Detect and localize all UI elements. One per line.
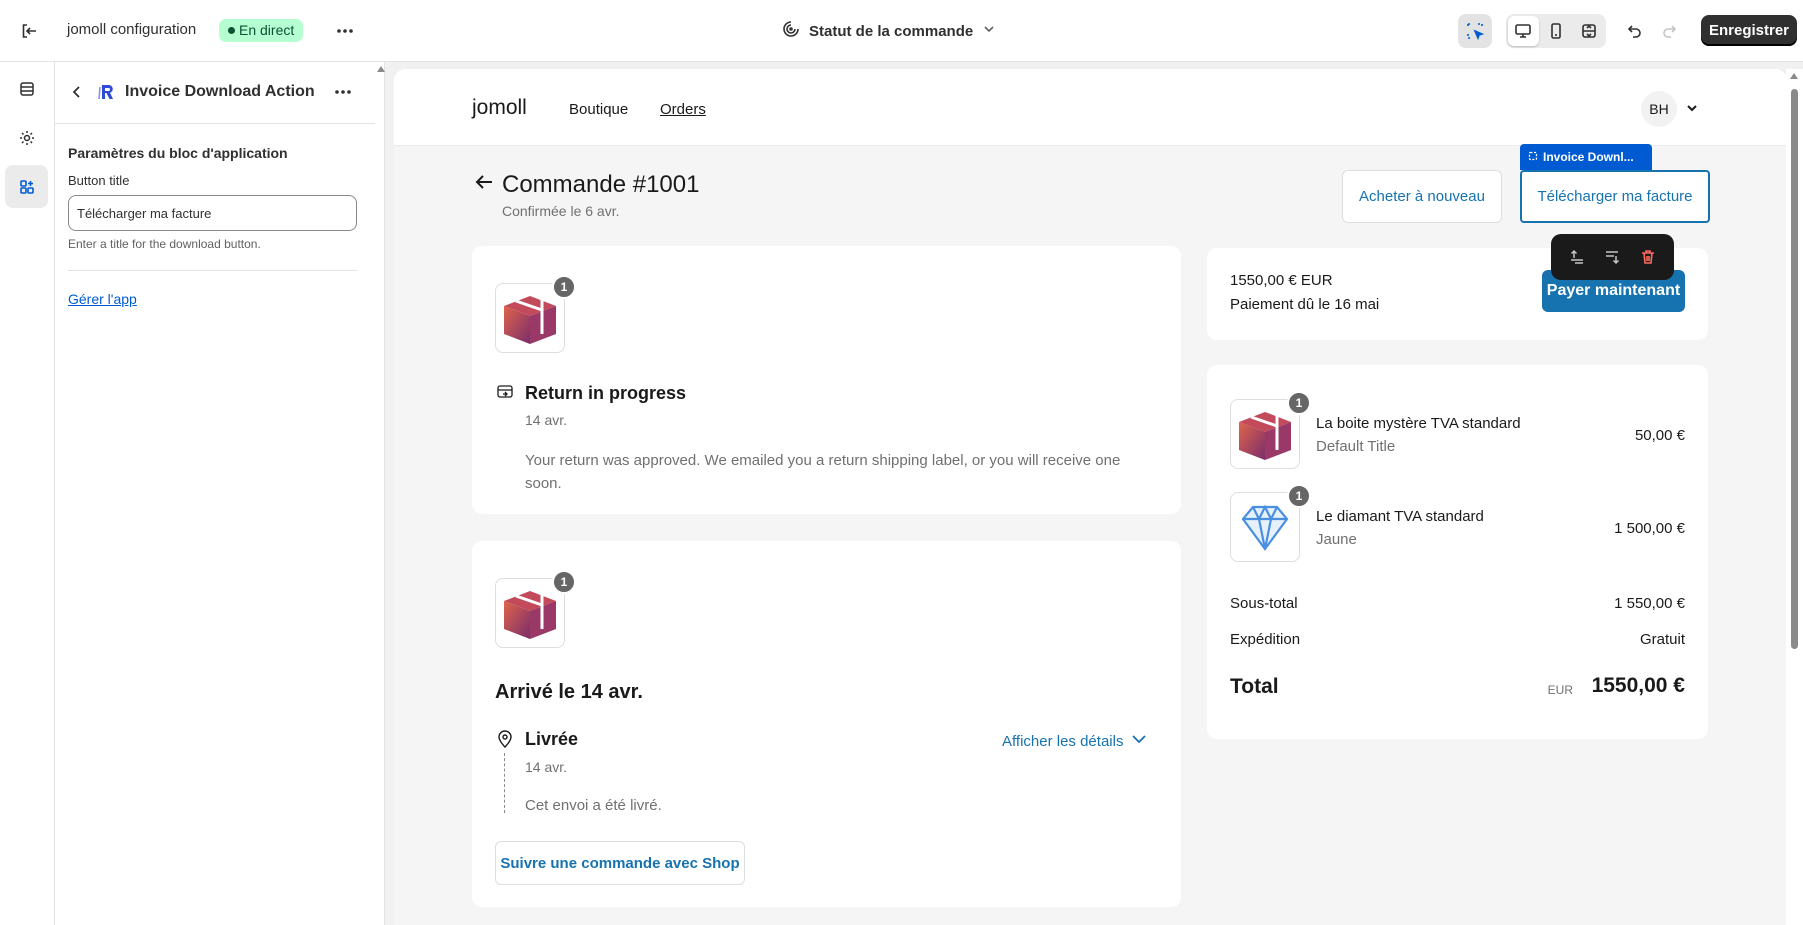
show-details-label: Afficher les détails — [1002, 732, 1124, 750]
inspector-toggle-button[interactable] — [1458, 14, 1492, 48]
delivery-card: 1 Arrivé le 14 avr. Livrée Afficher les … — [472, 541, 1181, 907]
shipping-value: Gratuit — [1639, 631, 1685, 648]
payment-due-date: Paiement dû le 16 mai — [1230, 296, 1380, 313]
total-value: 1550,00 € — [1591, 674, 1685, 697]
move-down-icon[interactable] — [1599, 244, 1625, 270]
timeline-line — [504, 753, 505, 813]
panel-title: Invoice Download Action — [125, 83, 315, 100]
delivery-date: 14 avr. — [525, 759, 568, 775]
chevron-down-icon[interactable] — [1683, 99, 1701, 117]
avatar[interactable]: BH — [1641, 91, 1677, 127]
quantity-badge: 1 — [552, 275, 576, 299]
delivery-heading: Arrivé le 14 avr. — [495, 681, 643, 703]
panel-header: Invoice Download Action — [55, 62, 375, 124]
exit-icon[interactable] — [16, 18, 42, 44]
editor-topbar: jomoll configuration En direct Statut de… — [0, 0, 1803, 62]
template-label: Statut de la commande — [809, 22, 974, 40]
status-badge: En direct — [219, 19, 304, 42]
move-up-icon[interactable] — [1564, 244, 1590, 270]
mobile-view-icon[interactable] — [1541, 16, 1572, 46]
track-with-shop-button[interactable]: Suivre une commande avec Shop — [495, 841, 745, 885]
storefront-preview: jomoll Boutique Orders BH Commande #1001… — [394, 69, 1787, 925]
order-page-body: Commande #1001 Confirmée le 6 avr. Achet… — [394, 144, 1787, 925]
chevron-down-icon — [1131, 731, 1147, 751]
chevron-down-icon — [982, 22, 996, 40]
quantity-badge: 1 — [552, 570, 576, 594]
divider — [68, 270, 357, 271]
location-pin-icon — [495, 729, 515, 749]
order-status-icon — [782, 20, 800, 42]
line-item-variant: Jaune — [1316, 531, 1357, 548]
line-item-variant: Default Title — [1316, 438, 1396, 455]
template-selector[interactable]: Statut de la commande — [782, 18, 996, 44]
buy-again-button[interactable]: Acheter à nouveau — [1342, 170, 1502, 223]
button-title-label: Button title — [68, 173, 130, 188]
panel-scrollbar[interactable] — [376, 62, 385, 925]
return-message: Your return was approved. We emailed you… — [525, 452, 1121, 492]
show-details-link[interactable]: Afficher les détails — [1002, 731, 1147, 751]
delivery-status: Livrée — [525, 729, 579, 749]
undo-icon[interactable] — [1622, 18, 1648, 44]
settings-gear-icon[interactable] — [5, 116, 48, 159]
total-currency: EUR — [1547, 683, 1573, 697]
delivery-message: Cet envoi a été livré. — [525, 797, 662, 814]
left-rail — [0, 62, 55, 925]
store-name: jomoll configuration — [67, 21, 197, 38]
return-date: 14 avr. — [525, 412, 568, 428]
return-card: 1 Return in progress 14 avr. Your return… — [472, 246, 1181, 514]
block-icon — [1528, 150, 1538, 164]
nav-orders-link[interactable]: Orders — [660, 101, 706, 118]
return-title: Return in progress — [525, 383, 687, 403]
back-arrow-icon[interactable] — [472, 170, 496, 194]
quantity-badge: 1 — [1287, 484, 1311, 508]
panel-more-icon[interactable] — [330, 79, 356, 105]
line-item-name: Le diamant TVA standard — [1316, 508, 1484, 525]
delete-trash-icon[interactable] — [1635, 244, 1661, 270]
desktop-view-icon[interactable] — [1508, 16, 1539, 46]
block-settings-panel: Invoice Download Action Paramètres du bl… — [55, 62, 385, 925]
button-title-input[interactable] — [68, 195, 357, 231]
manage-app-link[interactable]: Gérer l'app — [68, 291, 137, 307]
apps-icon[interactable] — [5, 165, 48, 208]
order-title: Commande #1001 — [502, 171, 700, 198]
subtotal-label: Sous-total — [1230, 595, 1298, 612]
download-invoice-button[interactable]: Télécharger ma facture — [1520, 170, 1710, 223]
order-confirmed-date: Confirmée le 6 avr. — [502, 203, 620, 219]
preview-scrollbar[interactable] — [1786, 69, 1803, 925]
total-label: Total — [1230, 675, 1279, 698]
selected-block-label: Invoice Downl... — [1543, 150, 1634, 164]
line-item-name: La boite mystère TVA standard — [1316, 415, 1521, 432]
more-actions-icon[interactable] — [332, 18, 358, 44]
return-icon — [495, 382, 515, 402]
scrollbar-thumb[interactable] — [1791, 89, 1798, 649]
line-item-price: 1 500,00 € — [1614, 520, 1685, 537]
store-header: jomoll Boutique Orders BH — [394, 69, 1787, 146]
store-logo[interactable]: jomoll — [472, 96, 527, 120]
subtotal-value: 1 550,00 € — [1614, 595, 1685, 612]
shipping-label: Expédition — [1230, 631, 1301, 648]
back-chevron-icon[interactable] — [64, 79, 90, 105]
line-item-price: 50,00 € — [1634, 427, 1685, 444]
redo-icon[interactable] — [1656, 18, 1682, 44]
section-title: Paramètres du bloc d'application — [68, 145, 288, 161]
order-summary-card: 1 La boite mystère TVA standard Default … — [1207, 365, 1708, 739]
payment-amount: 1550,00 € EUR — [1230, 272, 1333, 289]
save-button[interactable]: Enregistrer — [1701, 15, 1797, 46]
viewport-switcher — [1506, 14, 1606, 48]
selected-block-tag[interactable]: Invoice Downl... — [1520, 144, 1652, 170]
scroll-up-arrow[interactable] — [1790, 73, 1798, 79]
fullscreen-view-icon[interactable] — [1573, 16, 1604, 46]
block-toolbar — [1551, 234, 1674, 280]
nav-shop-link[interactable]: Boutique — [569, 101, 628, 118]
app-logo-icon — [96, 81, 118, 103]
sections-icon[interactable] — [5, 67, 48, 110]
quantity-badge: 1 — [1287, 391, 1311, 415]
button-title-help: Enter a title for the download button. — [68, 237, 261, 251]
